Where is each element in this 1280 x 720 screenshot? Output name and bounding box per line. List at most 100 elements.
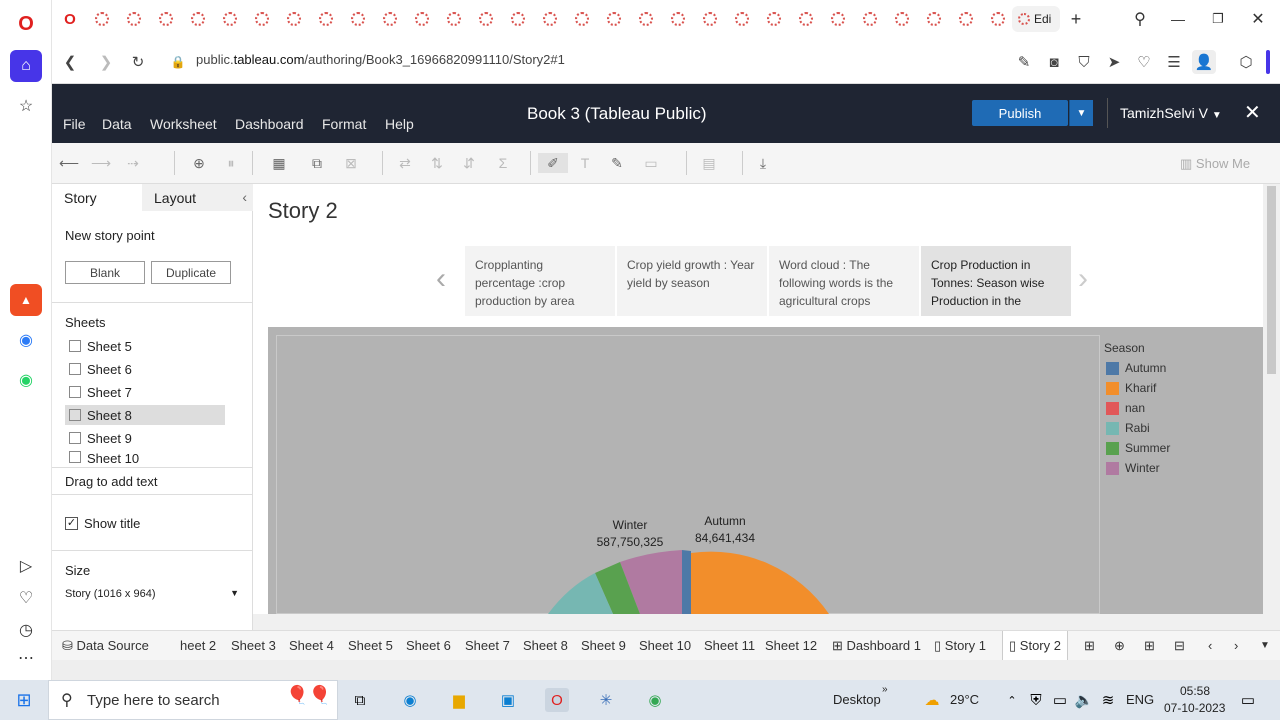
send-icon[interactable]: ➤ (1102, 50, 1126, 74)
show-me-button[interactable]: ▥ Show Me (1180, 156, 1250, 172)
new-sheet-icon[interactable]: ▦ (268, 153, 290, 173)
browser-tab[interactable] (632, 6, 660, 32)
browser-tab[interactable] (856, 6, 884, 32)
browser-tab[interactable] (184, 6, 212, 32)
legend-item[interactable]: Autumn (1106, 361, 1166, 375)
legend-item[interactable]: nan (1106, 401, 1145, 415)
sort-descending-icon[interactable]: ⇵ (458, 153, 480, 173)
pause-icon[interactable]: ⏸ (220, 153, 242, 173)
url-field[interactable]: public.tableau.com/authoring/Book3_16966… (196, 52, 565, 67)
back-icon[interactable]: ❮ (58, 50, 82, 74)
collapse-icon[interactable]: ‹ (242, 189, 247, 205)
menu-worksheet[interactable]: Worksheet (150, 116, 217, 132)
player-icon[interactable]: ▷ (10, 550, 42, 582)
presentation-icon[interactable]: ▤ (698, 153, 720, 173)
legend-item[interactable]: Rabi (1106, 421, 1150, 435)
browser-tab[interactable] (952, 6, 980, 32)
browser-tab[interactable] (280, 6, 308, 32)
profile-icon[interactable]: 👤 (1192, 50, 1216, 74)
sheet-tab[interactable]: Sheet 9 (581, 638, 626, 653)
browser-tab[interactable] (312, 6, 340, 32)
sheet-tab[interactable]: Sheet 12 (765, 638, 817, 653)
duplicate-button[interactable]: Duplicate (151, 261, 231, 284)
browser-tab[interactable] (472, 6, 500, 32)
sheet-tab[interactable]: Sheet 4 (289, 638, 334, 653)
blank-button[interactable]: Blank (65, 261, 145, 284)
new-datasource-icon[interactable]: ⊕ (188, 153, 210, 173)
data-source-tab[interactable]: ⛁ Data Source (62, 638, 149, 654)
scroll-left-icon[interactable]: ‹ (1208, 638, 1212, 653)
weather-icon[interactable]: ☁ (920, 688, 944, 712)
menu-dashboard[interactable]: Dashboard (235, 116, 304, 132)
clock-time[interactable]: 05:58 (1180, 684, 1210, 698)
browser-tab[interactable] (120, 6, 148, 32)
sheet-tab[interactable]: heet 2 (180, 638, 216, 653)
sheet-list-item[interactable]: Sheet 6 (65, 359, 225, 379)
sheet-tab[interactable]: Sheet 8 (523, 638, 568, 653)
browser-tab[interactable] (568, 6, 596, 32)
totals-icon[interactable]: Σ (492, 153, 514, 173)
scroll-right-icon[interactable]: › (1234, 638, 1238, 653)
browser-tab[interactable] (920, 6, 948, 32)
browser-tab[interactable] (88, 6, 116, 32)
clock-date[interactable]: 07-10-2023 (1164, 701, 1225, 715)
messenger-icon[interactable]: ◉ (10, 324, 42, 356)
undo-icon[interactable]: ⟵ (58, 153, 80, 173)
desktop-label[interactable]: Desktop (833, 692, 881, 707)
task-view-icon[interactable]: ⧉ (348, 688, 372, 712)
sheet-tab[interactable]: Sheet 5 (348, 638, 393, 653)
more-icon[interactable]: ⋯ (10, 642, 42, 674)
pie-slice-autumn[interactable] (682, 550, 691, 614)
browser-tab[interactable] (984, 6, 1012, 32)
new-worksheet-icon[interactable]: ⊕ (1114, 638, 1125, 654)
tabs-menu-icon[interactable]: ▼ (1260, 640, 1270, 651)
forward-icon[interactable]: ❯ (94, 50, 118, 74)
browser-tab[interactable] (824, 6, 852, 32)
labels-icon[interactable]: T (574, 153, 596, 173)
browser-tab[interactable] (504, 6, 532, 32)
sheet-list-item[interactable]: Sheet 5 (65, 336, 225, 356)
temperature[interactable]: 29°C (950, 692, 979, 707)
duplicate-sheet-icon[interactable]: ⧉ (306, 153, 328, 173)
user-menu[interactable]: TamizhSelvi V ▼ (1120, 105, 1222, 121)
clear-sheet-icon[interactable]: ⊠ (340, 153, 362, 173)
display-icon[interactable]: ▭ (1048, 688, 1072, 712)
pie-slice-kharif[interactable] (691, 551, 829, 614)
size-dropdown[interactable]: Story (1016 x 964) ▼ (65, 588, 239, 600)
vertical-scrollbar[interactable] (1263, 184, 1280, 614)
heart-bookmark-icon[interactable]: ♡ (1132, 50, 1156, 74)
browser-tab[interactable] (760, 6, 788, 32)
language-indicator[interactable]: ENG (1126, 692, 1154, 707)
horizontal-scrollbar[interactable] (253, 614, 1280, 630)
whatsapp-icon[interactable]: ◉ (10, 364, 42, 396)
minimize-icon[interactable]: — (1164, 6, 1192, 32)
browser-tab[interactable] (344, 6, 372, 32)
browser-tab[interactable] (536, 6, 564, 32)
browser-tab[interactable] (664, 6, 692, 32)
sheet-list-item[interactable]: Sheet 7 (65, 382, 225, 402)
star-icon[interactable]: ☆ (10, 90, 42, 122)
shield-icon[interactable]: ⛉ (1072, 50, 1096, 74)
tab-search-icon[interactable]: ⚲ (1126, 6, 1154, 32)
story-tab-active[interactable]: ▯ Story 2 (1002, 631, 1068, 661)
camera-icon[interactable]: ◙ (1042, 50, 1066, 74)
download-icon[interactable]: ⤓ (752, 153, 774, 173)
legend-item[interactable]: Winter (1106, 461, 1160, 475)
checkbox-checked-icon[interactable]: ✓ (65, 517, 78, 530)
browser-tab[interactable] (600, 6, 628, 32)
file-explorer-icon[interactable]: ▆ (447, 688, 471, 712)
browser-tab[interactable] (440, 6, 468, 32)
story-point-active[interactable]: Crop Production in Tonnes: Season wise P… (921, 246, 1071, 316)
dashboard-tab[interactable]: ⊞ Dashboard 1 (832, 638, 921, 654)
browser-tab[interactable] (248, 6, 276, 32)
browser-tab[interactable] (696, 6, 724, 32)
taskbar-search-input[interactable]: ⚲ Type here to search 🎈🎈 (48, 680, 338, 720)
browser-tab[interactable] (152, 6, 180, 32)
tab-layout[interactable]: Layout ‹ (142, 184, 253, 211)
edit-icon[interactable]: ✎ (1012, 50, 1036, 74)
show-title-checkbox[interactable]: ✓ Show title (65, 516, 140, 531)
browser-tab[interactable] (728, 6, 756, 32)
sheet-tab[interactable]: Sheet 11 (704, 638, 755, 653)
legend-item[interactable]: Summer (1106, 441, 1170, 455)
reload-icon[interactable]: ↻ (126, 50, 150, 74)
